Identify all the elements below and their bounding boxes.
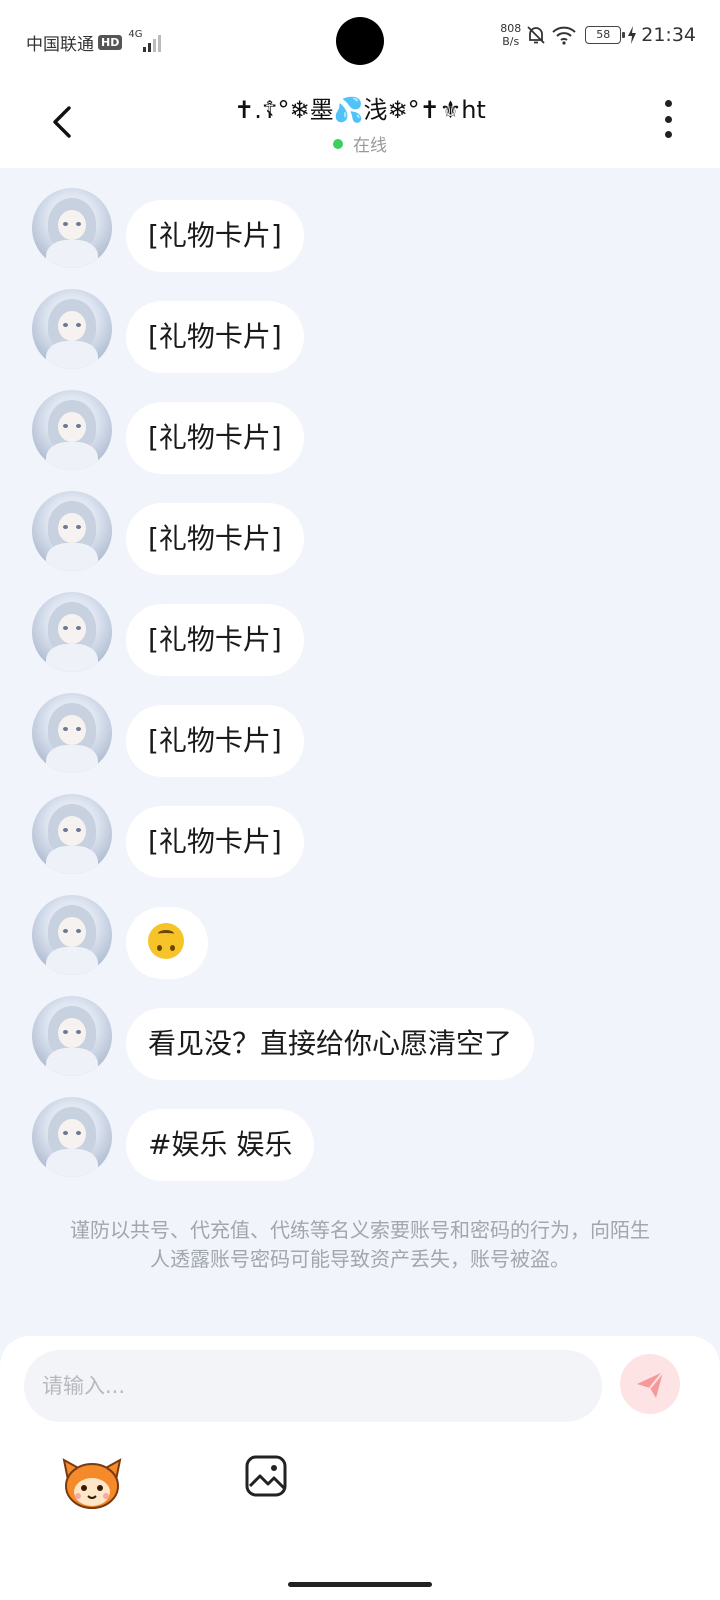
- image-icon: [245, 1455, 287, 1497]
- message-row: [礼物卡片]: [0, 283, 720, 373]
- online-dot-icon: [333, 138, 343, 149]
- mascot-emoji-button[interactable]: [60, 1450, 124, 1514]
- more-vertical-icon: [664, 100, 672, 107]
- image-picker-button[interactable]: [244, 1454, 288, 1498]
- net-speed-value: 808: [500, 22, 522, 35]
- net-speed-unit: B/s: [502, 35, 520, 48]
- bell-muted-icon: [527, 26, 545, 44]
- cell-signal-icon: [143, 34, 163, 52]
- wifi-icon: [552, 26, 576, 45]
- message-bubble[interactable]: [礼物卡片]: [126, 402, 304, 474]
- upside-down-face-emoji: [148, 923, 184, 959]
- message-bubble[interactable]: [礼物卡片]: [126, 705, 304, 777]
- online-status: 在线: [120, 131, 600, 156]
- avatar[interactable]: [32, 693, 112, 773]
- back-button[interactable]: [42, 100, 86, 144]
- message-row: #娱乐 娱乐: [0, 1091, 720, 1181]
- online-status-label: 在线: [353, 136, 387, 156]
- hd-badge: HD: [98, 35, 123, 50]
- status-right: 808 B/s 58 21:34: [500, 22, 696, 48]
- message-row: [礼物卡片]: [0, 586, 720, 676]
- message-row: [礼物卡片]: [0, 384, 720, 474]
- charging-icon: [628, 26, 637, 44]
- mascot-emoji-icon: [62, 1458, 122, 1509]
- avatar[interactable]: [32, 895, 112, 975]
- avatar[interactable]: [32, 794, 112, 874]
- avatar[interactable]: [32, 491, 112, 571]
- message-bubble[interactable]: [礼物卡片]: [126, 503, 304, 575]
- net-speed: 808 B/s: [500, 22, 521, 48]
- send-icon: [637, 1371, 664, 1398]
- message-row: 看见没？直接给你心愿清空了: [0, 990, 720, 1080]
- home-indicator[interactable]: [288, 1582, 432, 1587]
- message-row: [礼物卡片]: [0, 687, 720, 777]
- message-input[interactable]: 请输入...: [24, 1350, 602, 1422]
- message-row: [礼物卡片]: [0, 485, 720, 575]
- avatar[interactable]: [32, 289, 112, 369]
- message-bubble[interactable]: [126, 907, 208, 979]
- battery-indicator: 58: [585, 26, 626, 44]
- message-bubble[interactable]: [礼物卡片]: [126, 604, 304, 676]
- avatar[interactable]: [32, 996, 112, 1076]
- back-arrow-icon: [53, 106, 71, 138]
- message-row: [0, 889, 720, 979]
- message-row: [礼物卡片]: [0, 788, 720, 878]
- message-bubble[interactable]: [礼物卡片]: [126, 301, 304, 373]
- send-button[interactable]: [620, 1354, 680, 1414]
- clock: 21:34: [641, 24, 696, 46]
- message-bubble[interactable]: [礼物卡片]: [126, 806, 304, 878]
- more-options-button[interactable]: [662, 100, 674, 138]
- status-left: 中国联通 HD 4G: [26, 29, 163, 55]
- message-bubble[interactable]: #娱乐 娱乐: [126, 1109, 315, 1181]
- avatar[interactable]: [32, 592, 112, 672]
- message-row: [礼物卡片]: [0, 182, 720, 272]
- status-bar: 中国联通 HD 4G 808 B/s 58 21:34: [0, 0, 720, 82]
- message-bubble[interactable]: [礼物卡片]: [126, 200, 304, 272]
- camera-cutout: [336, 17, 384, 65]
- chat-title-area: ✝.☦°❄墨💦浅❄°✝⚜ht 在线: [120, 90, 600, 156]
- message-bubble[interactable]: 看见没？直接给你心愿清空了: [126, 1008, 535, 1080]
- carrier-label: 中国联通: [26, 35, 94, 55]
- network-type-label: 4G: [128, 29, 143, 40]
- chat-title: ✝.☦°❄墨💦浅❄°✝⚜ht: [234, 96, 486, 124]
- avatar[interactable]: [32, 188, 112, 268]
- avatar[interactable]: [32, 390, 112, 470]
- security-warning: 谨防以共号、代充值、代练等名义索要账号和密码的行为，向陌生人透露账号密码可能导致…: [70, 1218, 650, 1271]
- avatar[interactable]: [32, 1097, 112, 1177]
- chat-header: ✝.☦°❄墨💦浅❄°✝⚜ht 在线: [0, 82, 720, 168]
- input-panel: 请输入...: [0, 1336, 720, 1600]
